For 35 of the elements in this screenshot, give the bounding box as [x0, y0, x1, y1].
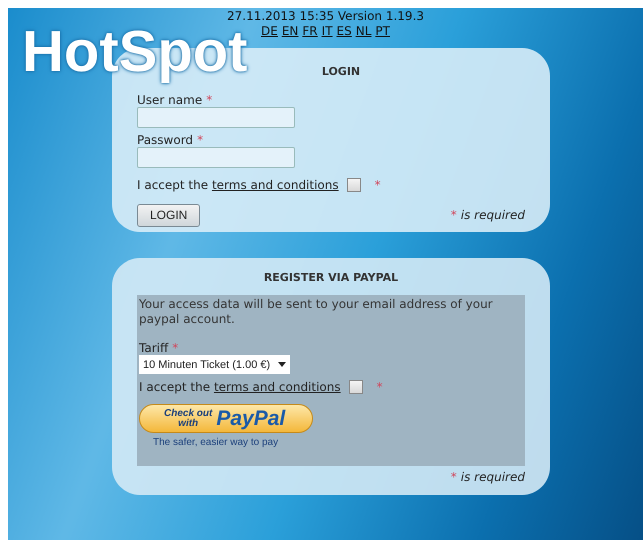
required-mark: *	[172, 340, 178, 354]
required-mark: *	[206, 92, 212, 106]
paypal-tagline: The safer, easier way to pay	[152, 436, 280, 450]
required-mark: *	[197, 132, 204, 146]
required-mark: *	[450, 468, 457, 486]
language-link[interactable]: DE	[261, 24, 278, 39]
terms-link[interactable]: terms and conditions	[214, 380, 341, 394]
text-input[interactable]	[137, 146, 295, 168]
checkbox[interactable]	[348, 380, 363, 394]
terms-text: I accept the terms and conditions	[139, 379, 341, 396]
language-link[interactable]: EN	[282, 24, 298, 39]
register-title: REGISTER VIA PAYPAL	[262, 270, 400, 286]
checkbox[interactable]	[346, 178, 361, 192]
required-note: is required	[460, 207, 525, 224]
field-label: Tariff	[139, 340, 168, 354]
caret-icon	[278, 362, 286, 368]
required-mark: *	[376, 379, 383, 396]
field-label: Password	[137, 132, 194, 146]
language-link[interactable]: PT	[375, 24, 390, 39]
terms-link[interactable]: terms and conditions	[212, 178, 339, 192]
login-title: LOGIN	[320, 64, 362, 80]
language-link[interactable]: FR	[302, 24, 318, 39]
required-mark: *	[450, 207, 457, 224]
login-button[interactable]: LOGIN	[137, 204, 200, 226]
language-link[interactable]: IT	[322, 24, 333, 39]
terms-text: I accept the terms and conditions	[137, 176, 339, 194]
text-input[interactable]	[137, 106, 295, 128]
field-label: User name	[137, 92, 202, 106]
required-mark: *	[374, 176, 381, 194]
tariff-dropdown[interactable]: 10 Minuten Ticket (1.00 €)	[139, 355, 290, 374]
language-link[interactable]: ES	[336, 24, 352, 39]
date-version-text: 27.11.2013 15:35 Version 1.19.3	[226, 9, 424, 24]
language-link[interactable]: NL	[356, 24, 372, 39]
info-text: Your access data will be sent to your email address of your paypal account.	[139, 296, 494, 326]
required-note: is required	[460, 468, 525, 486]
